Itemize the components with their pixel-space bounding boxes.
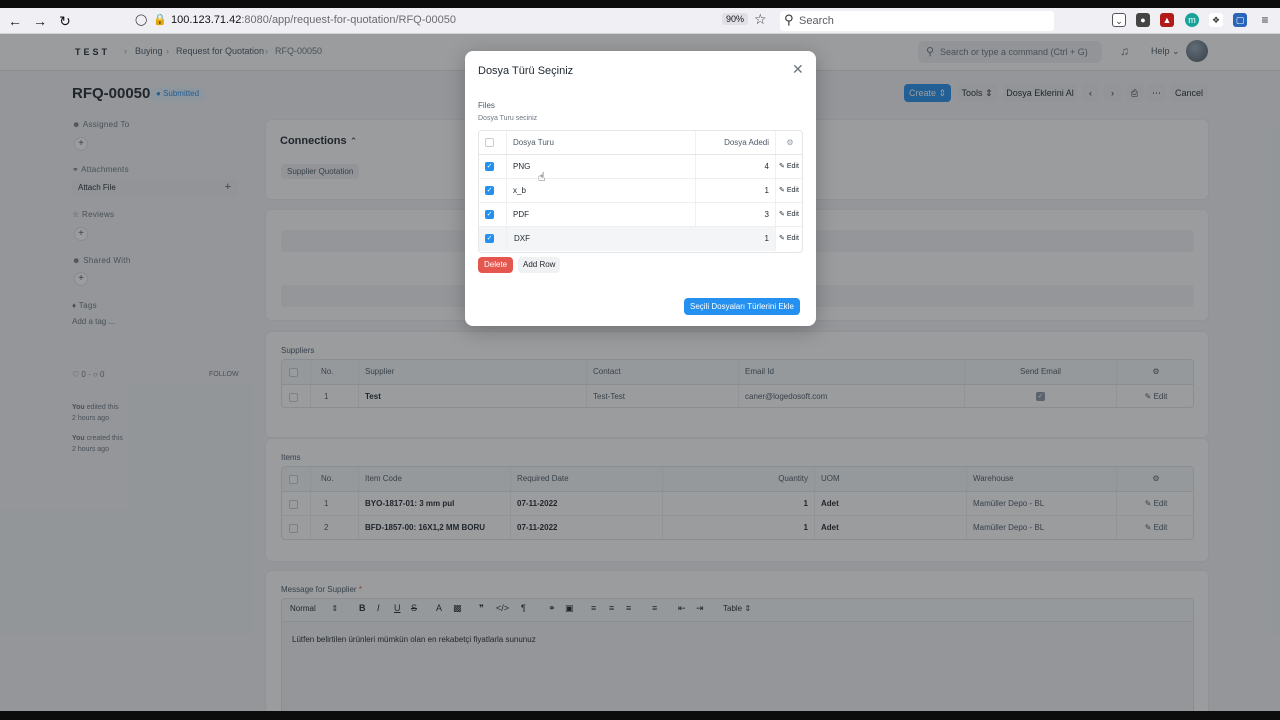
row-checkbox[interactable]: ✓ <box>485 162 494 171</box>
row-file-type[interactable]: DXF <box>506 227 695 251</box>
row-file-type: PNG <box>506 155 695 178</box>
table-header: Dosya Turu Dosya Adedi ⚙ <box>479 131 802 155</box>
table-row[interactable]: ✓ x_b 1 ✎ Edit <box>479 179 802 203</box>
edit-label: Edit <box>786 235 799 242</box>
row-checkbox[interactable]: ✓ <box>485 186 494 195</box>
url-field[interactable]: 100.123.71.42:8080/app/request-for-quota… <box>171 14 456 26</box>
row-file-type: PDF <box>506 203 695 226</box>
reload-icon[interactable]: ↻ <box>56 12 74 30</box>
file-type-dialog: Dosya Türü Seçiniz ✕ Files Dosya Turu se… <box>465 51 816 326</box>
row-edit-button[interactable]: ✎ Edit <box>775 227 802 251</box>
forward-arrow-icon[interactable]: → <box>31 12 49 30</box>
addon-icon[interactable]: ▢ <box>1233 13 1247 27</box>
pencil-icon: ✎ <box>779 163 785 170</box>
table-row[interactable]: ✓ DXF 1 ✎ Edit <box>479 227 802 251</box>
file-types-table: Dosya Turu Dosya Adedi ⚙ ✓ PNG 4 ✎ Edit … <box>478 130 803 253</box>
m-extension-icon[interactable]: m <box>1185 13 1199 27</box>
row-file-type: x_b <box>506 179 695 202</box>
row-edit-button[interactable]: ✎ Edit <box>775 179 802 202</box>
delete-rows-button[interactable]: Delete <box>478 257 514 273</box>
row-edit-button[interactable]: ✎ Edit <box>775 203 802 226</box>
bookmark-star-icon[interactable]: ☆ <box>754 11 767 28</box>
row-file-count: 1 <box>695 179 775 202</box>
files-label: Files <box>478 101 495 110</box>
pencil-icon: ✎ <box>779 211 785 218</box>
ublock-icon[interactable]: ▲ <box>1160 13 1174 27</box>
table-row[interactable]: ✓ PDF 3 ✎ Edit <box>479 203 802 227</box>
dialog-title: Dosya Türü Seçiniz <box>478 65 574 77</box>
shield-icon[interactable]: ◯ <box>135 13 147 26</box>
row-checkbox[interactable]: ✓ <box>485 234 494 243</box>
pencil-icon: ✎ <box>779 235 785 242</box>
back-arrow-icon[interactable]: ← <box>6 12 24 30</box>
insecure-lock-icon[interactable]: 🔒 <box>153 13 167 26</box>
browser-search-input[interactable]: ⚲ Search <box>780 11 1054 31</box>
row-file-count: 4 <box>695 155 775 178</box>
close-icon[interactable]: ✕ <box>792 61 804 78</box>
extension-icon[interactable]: ● <box>1136 13 1150 27</box>
zoom-badge[interactable]: 90% <box>722 13 749 25</box>
row-edit-button[interactable]: ✎ Edit <box>775 155 802 178</box>
edit-label: Edit <box>786 211 799 218</box>
row-checkbox[interactable]: ✓ <box>485 210 494 219</box>
puzzle-icon[interactable]: ❖ <box>1209 13 1223 27</box>
edit-label: Edit <box>786 187 799 194</box>
screen-top-bar <box>0 0 1280 8</box>
row-file-count[interactable]: 1 <box>695 227 775 251</box>
browser-toolbar: ← → ↻ ◯ 🔒 100.123.71.42:8080/app/request… <box>0 8 1280 34</box>
select-all-checkbox[interactable] <box>485 138 494 147</box>
url-host: 100.123.71.42 <box>171 14 242 26</box>
screen-bottom-bar <box>0 711 1280 720</box>
hand-cursor-icon: ☝ <box>538 170 546 184</box>
menu-hamburger-icon[interactable]: ≡ <box>1258 13 1272 27</box>
table-row[interactable]: ✓ PNG 4 ✎ Edit <box>479 155 802 179</box>
column-settings-icon[interactable]: ⚙ <box>775 131 802 154</box>
url-path: :8080/app/request-for-quotation/RFQ-0005… <box>241 14 456 26</box>
pocket-icon[interactable]: ⌄ <box>1112 13 1126 27</box>
col-file-type: Dosya Turu <box>506 131 695 154</box>
edit-label: Edit <box>786 163 799 170</box>
search-icon: ⚲ <box>784 12 794 27</box>
add-selected-file-types-button[interactable]: Seçili Dosyaları Türlerini Ekle <box>684 298 800 315</box>
pencil-icon: ✎ <box>779 187 785 194</box>
browser-search-placeholder: Search <box>799 15 834 27</box>
add-row-button[interactable]: Add Row <box>518 257 561 273</box>
files-description: Dosya Turu seciniz <box>478 115 538 122</box>
col-file-count: Dosya Adedi <box>695 131 775 154</box>
row-file-count: 3 <box>695 203 775 226</box>
